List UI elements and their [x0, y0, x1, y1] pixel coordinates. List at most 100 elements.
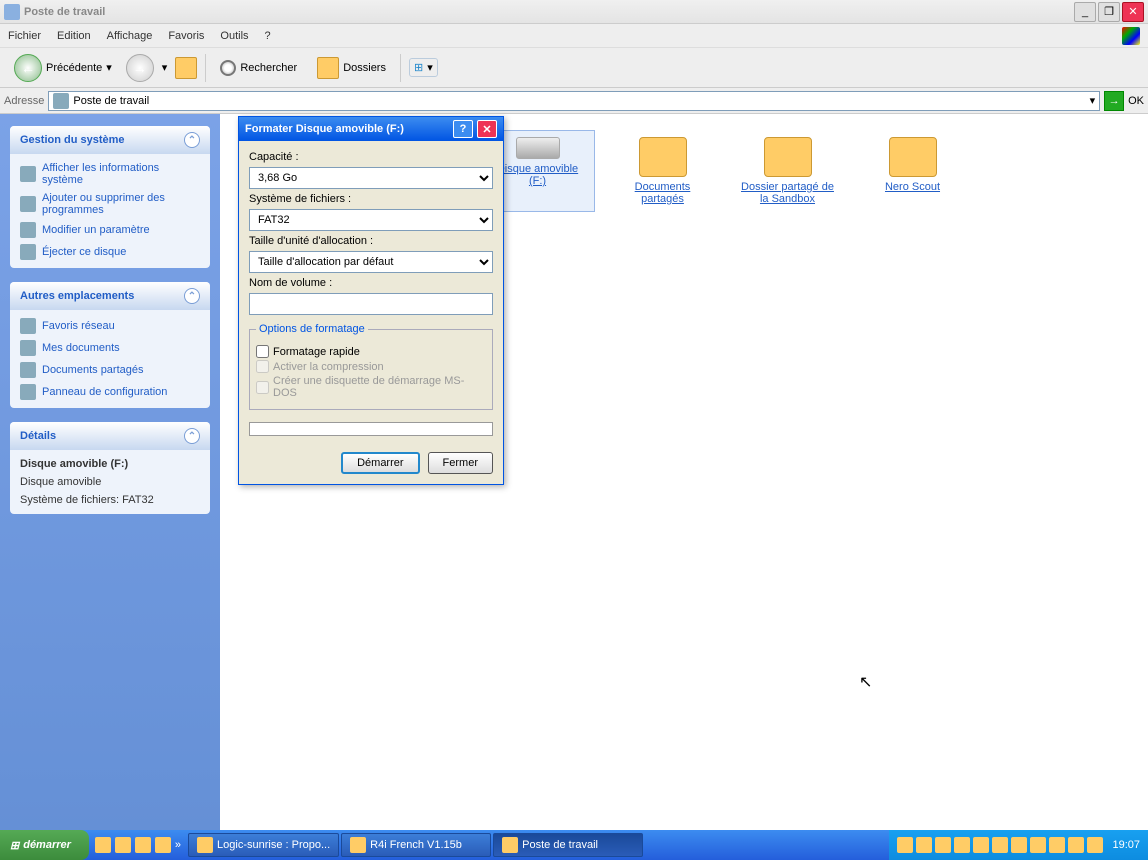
addressbar: Adresse Poste de travail ▾ → OK	[0, 88, 1148, 114]
chevron-down-icon[interactable]: ▾	[106, 61, 112, 74]
tray-icon[interactable]	[916, 837, 932, 853]
sidelink-change-setting[interactable]: Modifier un paramètre	[20, 222, 200, 238]
filesystem-select[interactable]: FAT32	[249, 209, 493, 231]
ql-icon[interactable]	[135, 837, 151, 853]
menu-help[interactable]: ?	[265, 30, 271, 42]
tray-icon[interactable]	[992, 837, 1008, 853]
dialog-title: Formater Disque amovible (F:)	[245, 123, 404, 135]
close-button[interactable]: ✕	[1122, 2, 1144, 22]
drive-item[interactable]: Dossier partagé de la Sandbox	[730, 130, 845, 212]
tray-icon[interactable]	[1049, 837, 1065, 853]
main-area: Gestion du système ⌃ Afficher les inform…	[0, 114, 1148, 830]
maximize-button[interactable]: ❐	[1098, 2, 1120, 22]
menu-tools[interactable]: Outils	[220, 30, 248, 42]
tray-icon[interactable]	[1030, 837, 1046, 853]
tray-icon[interactable]	[1068, 837, 1084, 853]
start-button[interactable]: ⊞ démarrer	[0, 830, 89, 860]
sidelink-label: Mes documents	[42, 342, 120, 354]
sidelink-eject[interactable]: Éjecter ce disque	[20, 244, 200, 260]
address-combo[interactable]: Poste de travail ▾	[48, 91, 1100, 111]
msdos-label: Créer une disquette de démarrage MS-DOS	[273, 375, 486, 399]
capacity-label: Capacité :	[249, 151, 493, 163]
views-button[interactable]: ⊞ ▾	[409, 58, 438, 77]
window-icon	[4, 4, 20, 20]
go-button[interactable]: →	[1104, 91, 1124, 111]
task-label: Logic-sunrise : Propo...	[217, 839, 330, 851]
sidelink-system-info[interactable]: Afficher les informations système	[20, 162, 200, 186]
ql-icon[interactable]	[115, 837, 131, 853]
tray-icon[interactable]	[935, 837, 951, 853]
format-dialog: Formater Disque amovible (F:) ? ✕ Capaci…	[238, 116, 504, 485]
info-icon	[20, 166, 36, 182]
chevron-down-icon[interactable]: ▾	[162, 61, 168, 74]
sidebox-system: Gestion du système ⌃ Afficher les inform…	[10, 126, 210, 268]
tray-icon[interactable]	[1011, 837, 1027, 853]
drive-label: Documents partagés	[612, 181, 713, 205]
window-titlebar: Poste de travail _ ❐ ✕	[0, 0, 1148, 24]
taskbar-task[interactable]: Logic-sunrise : Propo...	[188, 833, 339, 857]
collapse-icon[interactable]: ⌃	[184, 428, 200, 444]
drive-icon	[639, 137, 687, 177]
sidebox-other-header[interactable]: Autres emplacements ⌃	[10, 282, 210, 310]
drive-item[interactable]: Documents partagés	[605, 130, 720, 212]
menu-edit[interactable]: Edition	[57, 30, 91, 42]
settings-icon	[20, 222, 36, 238]
menu-favorites[interactable]: Favoris	[168, 30, 204, 42]
side-panel: Gestion du système ⌃ Afficher les inform…	[0, 114, 220, 830]
sidelink-add-remove[interactable]: Ajouter ou supprimer des programmes	[20, 192, 200, 216]
collapse-icon[interactable]: ⌃	[184, 288, 200, 304]
search-button[interactable]: Rechercher	[214, 58, 303, 78]
network-icon	[20, 318, 36, 334]
ql-expand[interactable]: »	[175, 839, 181, 851]
system-tray: 19:07	[889, 830, 1148, 860]
close-button[interactable]: Fermer	[428, 452, 493, 474]
back-button[interactable]: ← Précédente ▾	[8, 52, 118, 84]
tray-icon[interactable]	[1087, 837, 1103, 853]
menu-view[interactable]: Affichage	[107, 30, 153, 42]
volume-input[interactable]	[249, 293, 493, 315]
ql-icon[interactable]	[155, 837, 171, 853]
allocation-label: Taille d'unité d'allocation :	[249, 235, 493, 247]
sidelink-shared[interactable]: Documents partagés	[20, 362, 200, 378]
quick-format-checkbox[interactable]: Formatage rapide	[256, 345, 486, 358]
forward-button[interactable]: →	[126, 54, 154, 82]
sidebox-details-header[interactable]: Détails ⌃	[10, 422, 210, 450]
dialog-close-button[interactable]: ✕	[477, 120, 497, 138]
sidelink-control-panel[interactable]: Panneau de configuration	[20, 384, 200, 400]
clock[interactable]: 19:07	[1112, 839, 1140, 851]
filesystem-label: Système de fichiers :	[249, 193, 493, 205]
tray-icon[interactable]	[973, 837, 989, 853]
dialog-help-button[interactable]: ?	[453, 120, 473, 138]
options-legend: Options de formatage	[256, 323, 368, 335]
drive-label: Nero Scout	[885, 181, 940, 193]
start-button[interactable]: Démarrer	[341, 452, 419, 474]
taskbar-task[interactable]: R4i French V1.15b	[341, 833, 491, 857]
task-icon	[350, 837, 366, 853]
task-label: Poste de travail	[522, 839, 598, 851]
windows-logo-icon: ⊞	[10, 839, 19, 852]
sidelink-network[interactable]: Favoris réseau	[20, 318, 200, 334]
cursor-icon: ↖	[859, 672, 872, 692]
allocation-select[interactable]: Taille d'allocation par défaut	[249, 251, 493, 273]
folders-button[interactable]: Dossiers	[311, 55, 392, 81]
taskbar-task[interactable]: Poste de travail	[493, 833, 643, 857]
window-title: Poste de travail	[24, 6, 1074, 18]
ql-icon[interactable]	[95, 837, 111, 853]
chevron-down-icon[interactable]: ▾	[1090, 94, 1096, 107]
task-icon	[197, 837, 213, 853]
capacity-select[interactable]: 3,68 Go	[249, 167, 493, 189]
sidebox-system-header[interactable]: Gestion du système ⌃	[10, 126, 210, 154]
collapse-icon[interactable]: ⌃	[184, 132, 200, 148]
tray-icon[interactable]	[897, 837, 913, 853]
details-type: Disque amovible	[20, 476, 200, 488]
up-folder-icon[interactable]	[175, 57, 197, 79]
task-label: R4i French V1.15b	[370, 839, 462, 851]
drive-item[interactable]: Nero Scout	[855, 130, 970, 212]
menu-file[interactable]: Fichier	[8, 30, 41, 42]
control-panel-icon	[20, 384, 36, 400]
tray-icon[interactable]	[954, 837, 970, 853]
minimize-button[interactable]: _	[1074, 2, 1096, 22]
search-label: Rechercher	[240, 62, 297, 74]
chevron-down-icon: ▾	[427, 61, 433, 74]
sidelink-documents[interactable]: Mes documents	[20, 340, 200, 356]
